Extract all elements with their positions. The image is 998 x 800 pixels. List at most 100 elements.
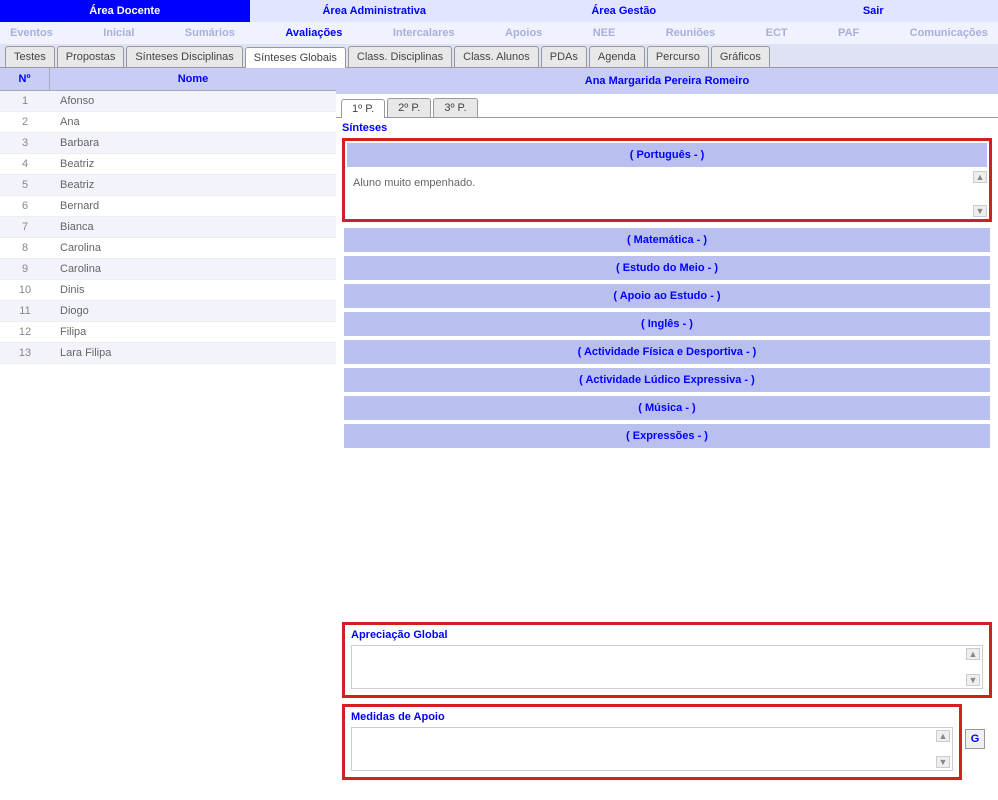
tab[interactable]: Gráficos: [711, 46, 770, 67]
subnav-item[interactable]: Intercalares: [393, 27, 455, 39]
period-tabs: 1º P.2º P.3º P.: [336, 94, 998, 118]
scrollbar[interactable]: ▲ ▼: [936, 730, 950, 768]
area-tab[interactable]: Sair: [749, 0, 998, 22]
period-tab[interactable]: 1º P.: [341, 99, 385, 118]
scroll-up-icon[interactable]: ▲: [973, 171, 987, 183]
medidas-label: Medidas de Apoio: [345, 707, 959, 727]
subject-collapsed[interactable]: ( Estudo do Meio - ): [344, 256, 990, 280]
student-number: 10: [0, 284, 50, 296]
student-row[interactable]: 9Carolina: [0, 259, 336, 280]
detail-panel: Ana Margarida Pereira Romeiro 1º P.2º P.…: [336, 68, 998, 786]
period-tab[interactable]: 3º P.: [433, 98, 477, 117]
subnav-item[interactable]: Avaliações: [285, 27, 342, 39]
student-list-header: Nº Nome: [0, 68, 336, 91]
student-row[interactable]: 2Ana: [0, 112, 336, 133]
sinteses-label: Sínteses: [336, 118, 998, 138]
scroll-up-icon[interactable]: ▲: [936, 730, 950, 742]
student-name: Ana: [50, 116, 80, 128]
apreciacao-global-box: Apreciação Global ▲ ▼: [342, 622, 992, 698]
tab[interactable]: Percurso: [647, 46, 709, 67]
selected-student-name: Ana Margarida Pereira Romeiro: [336, 68, 998, 94]
tab[interactable]: Testes: [5, 46, 55, 67]
student-row[interactable]: 13Lara Filipa: [0, 343, 336, 364]
scrollbar[interactable]: ▲ ▼: [973, 171, 987, 217]
subject-collapsed[interactable]: ( Música - ): [344, 396, 990, 420]
student-row[interactable]: 10Dinis: [0, 280, 336, 301]
period-tab[interactable]: 2º P.: [387, 98, 431, 117]
medidas-textarea[interactable]: ▲ ▼: [351, 727, 953, 771]
scroll-down-icon[interactable]: ▼: [966, 674, 980, 686]
student-number: 9: [0, 263, 50, 275]
student-number: 4: [0, 158, 50, 170]
g-button[interactable]: G: [965, 729, 985, 749]
subject-content-portugues[interactable]: Aluno muito empenhado. ▲ ▼: [345, 169, 989, 219]
subnav-item[interactable]: Apoios: [505, 27, 542, 39]
student-row[interactable]: 4Beatriz: [0, 154, 336, 175]
subject-collapsed[interactable]: ( Expressões - ): [344, 424, 990, 448]
scrollbar[interactable]: ▲ ▼: [966, 648, 980, 686]
student-row[interactable]: 12Filipa: [0, 322, 336, 343]
sub-nav: Eventos Inicial Sumários Avaliações Intercal…: [0, 22, 998, 44]
student-row[interactable]: 5Beatriz: [0, 175, 336, 196]
student-number: 13: [0, 347, 50, 359]
subnav-item[interactable]: NEE: [593, 27, 616, 39]
subject-text: Aluno muito empenhado.: [353, 177, 475, 189]
student-name: Filipa: [50, 326, 86, 338]
student-list-panel: Nº Nome 1Afonso2Ana3Barbara4Beatriz5Beat…: [0, 68, 336, 786]
student-number: 12: [0, 326, 50, 338]
sinteses-box: ( Português - ) Aluno muito empenhado. ▲…: [342, 138, 992, 222]
col-header-name: Nome: [50, 68, 336, 90]
subject-collapsed[interactable]: ( Actividade Física e Desportiva - ): [344, 340, 990, 364]
student-name: Beatriz: [50, 158, 94, 170]
subject-collapsed[interactable]: ( Apoio ao Estudo - ): [344, 284, 990, 308]
student-name: Diogo: [50, 305, 89, 317]
area-tab[interactable]: Área Administrativa: [250, 0, 500, 22]
student-name: Bianca: [50, 221, 94, 233]
student-row[interactable]: 7Bianca: [0, 217, 336, 238]
tab[interactable]: Agenda: [589, 46, 645, 67]
subnav-item[interactable]: Comunicações: [910, 27, 988, 39]
scroll-up-icon[interactable]: ▲: [966, 648, 980, 660]
tab[interactable]: PDAs: [541, 46, 587, 67]
student-number: 2: [0, 116, 50, 128]
medidas-apoio-box: Medidas de Apoio ▲ ▼ G: [342, 704, 962, 780]
student-number: 7: [0, 221, 50, 233]
student-row[interactable]: 11Diogo: [0, 301, 336, 322]
subnav-item[interactable]: Sumários: [185, 27, 235, 39]
student-name: Beatriz: [50, 179, 94, 191]
student-name: Afonso: [50, 95, 94, 107]
subject-collapsed[interactable]: ( Actividade Lúdico Expressiva - ): [344, 368, 990, 392]
student-row[interactable]: 3Barbara: [0, 133, 336, 154]
tab[interactable]: Class. Disciplinas: [348, 46, 452, 67]
subject-header-portugues[interactable]: ( Português - ): [347, 143, 987, 167]
student-name: Carolina: [50, 263, 101, 275]
student-row[interactable]: 1Afonso: [0, 91, 336, 112]
student-name: Dinis: [50, 284, 84, 296]
tab[interactable]: Propostas: [57, 46, 125, 67]
apreciacao-textarea[interactable]: ▲ ▼: [351, 645, 983, 689]
student-row[interactable]: 6Bernard: [0, 196, 336, 217]
subnav-item[interactable]: Eventos: [10, 27, 53, 39]
student-name: Carolina: [50, 242, 101, 254]
student-number: 6: [0, 200, 50, 212]
subnav-item[interactable]: Reuniões: [666, 27, 716, 39]
area-tab[interactable]: Área Docente: [0, 0, 250, 22]
subject-collapsed[interactable]: ( Matemática - ): [344, 228, 990, 252]
student-name: Bernard: [50, 200, 99, 212]
apreciacao-label: Apreciação Global: [345, 625, 989, 645]
tab[interactable]: Sínteses Globais: [245, 47, 346, 68]
tab[interactable]: Sínteses Disciplinas: [126, 46, 242, 67]
area-tab[interactable]: Área Gestão: [499, 0, 749, 22]
scroll-down-icon[interactable]: ▼: [973, 205, 987, 217]
student-number: 1: [0, 95, 50, 107]
tab[interactable]: Class. Alunos: [454, 46, 539, 67]
subnav-item[interactable]: Inicial: [103, 27, 134, 39]
student-row[interactable]: 8Carolina: [0, 238, 336, 259]
scroll-down-icon[interactable]: ▼: [936, 756, 950, 768]
area-nav: Área DocenteÁrea AdministrativaÁrea Gest…: [0, 0, 998, 22]
student-number: 11: [0, 305, 50, 317]
subject-collapsed[interactable]: ( Inglês - ): [344, 312, 990, 336]
subnav-item[interactable]: ECT: [766, 27, 788, 39]
subnav-item[interactable]: PAF: [838, 27, 859, 39]
student-number: 8: [0, 242, 50, 254]
